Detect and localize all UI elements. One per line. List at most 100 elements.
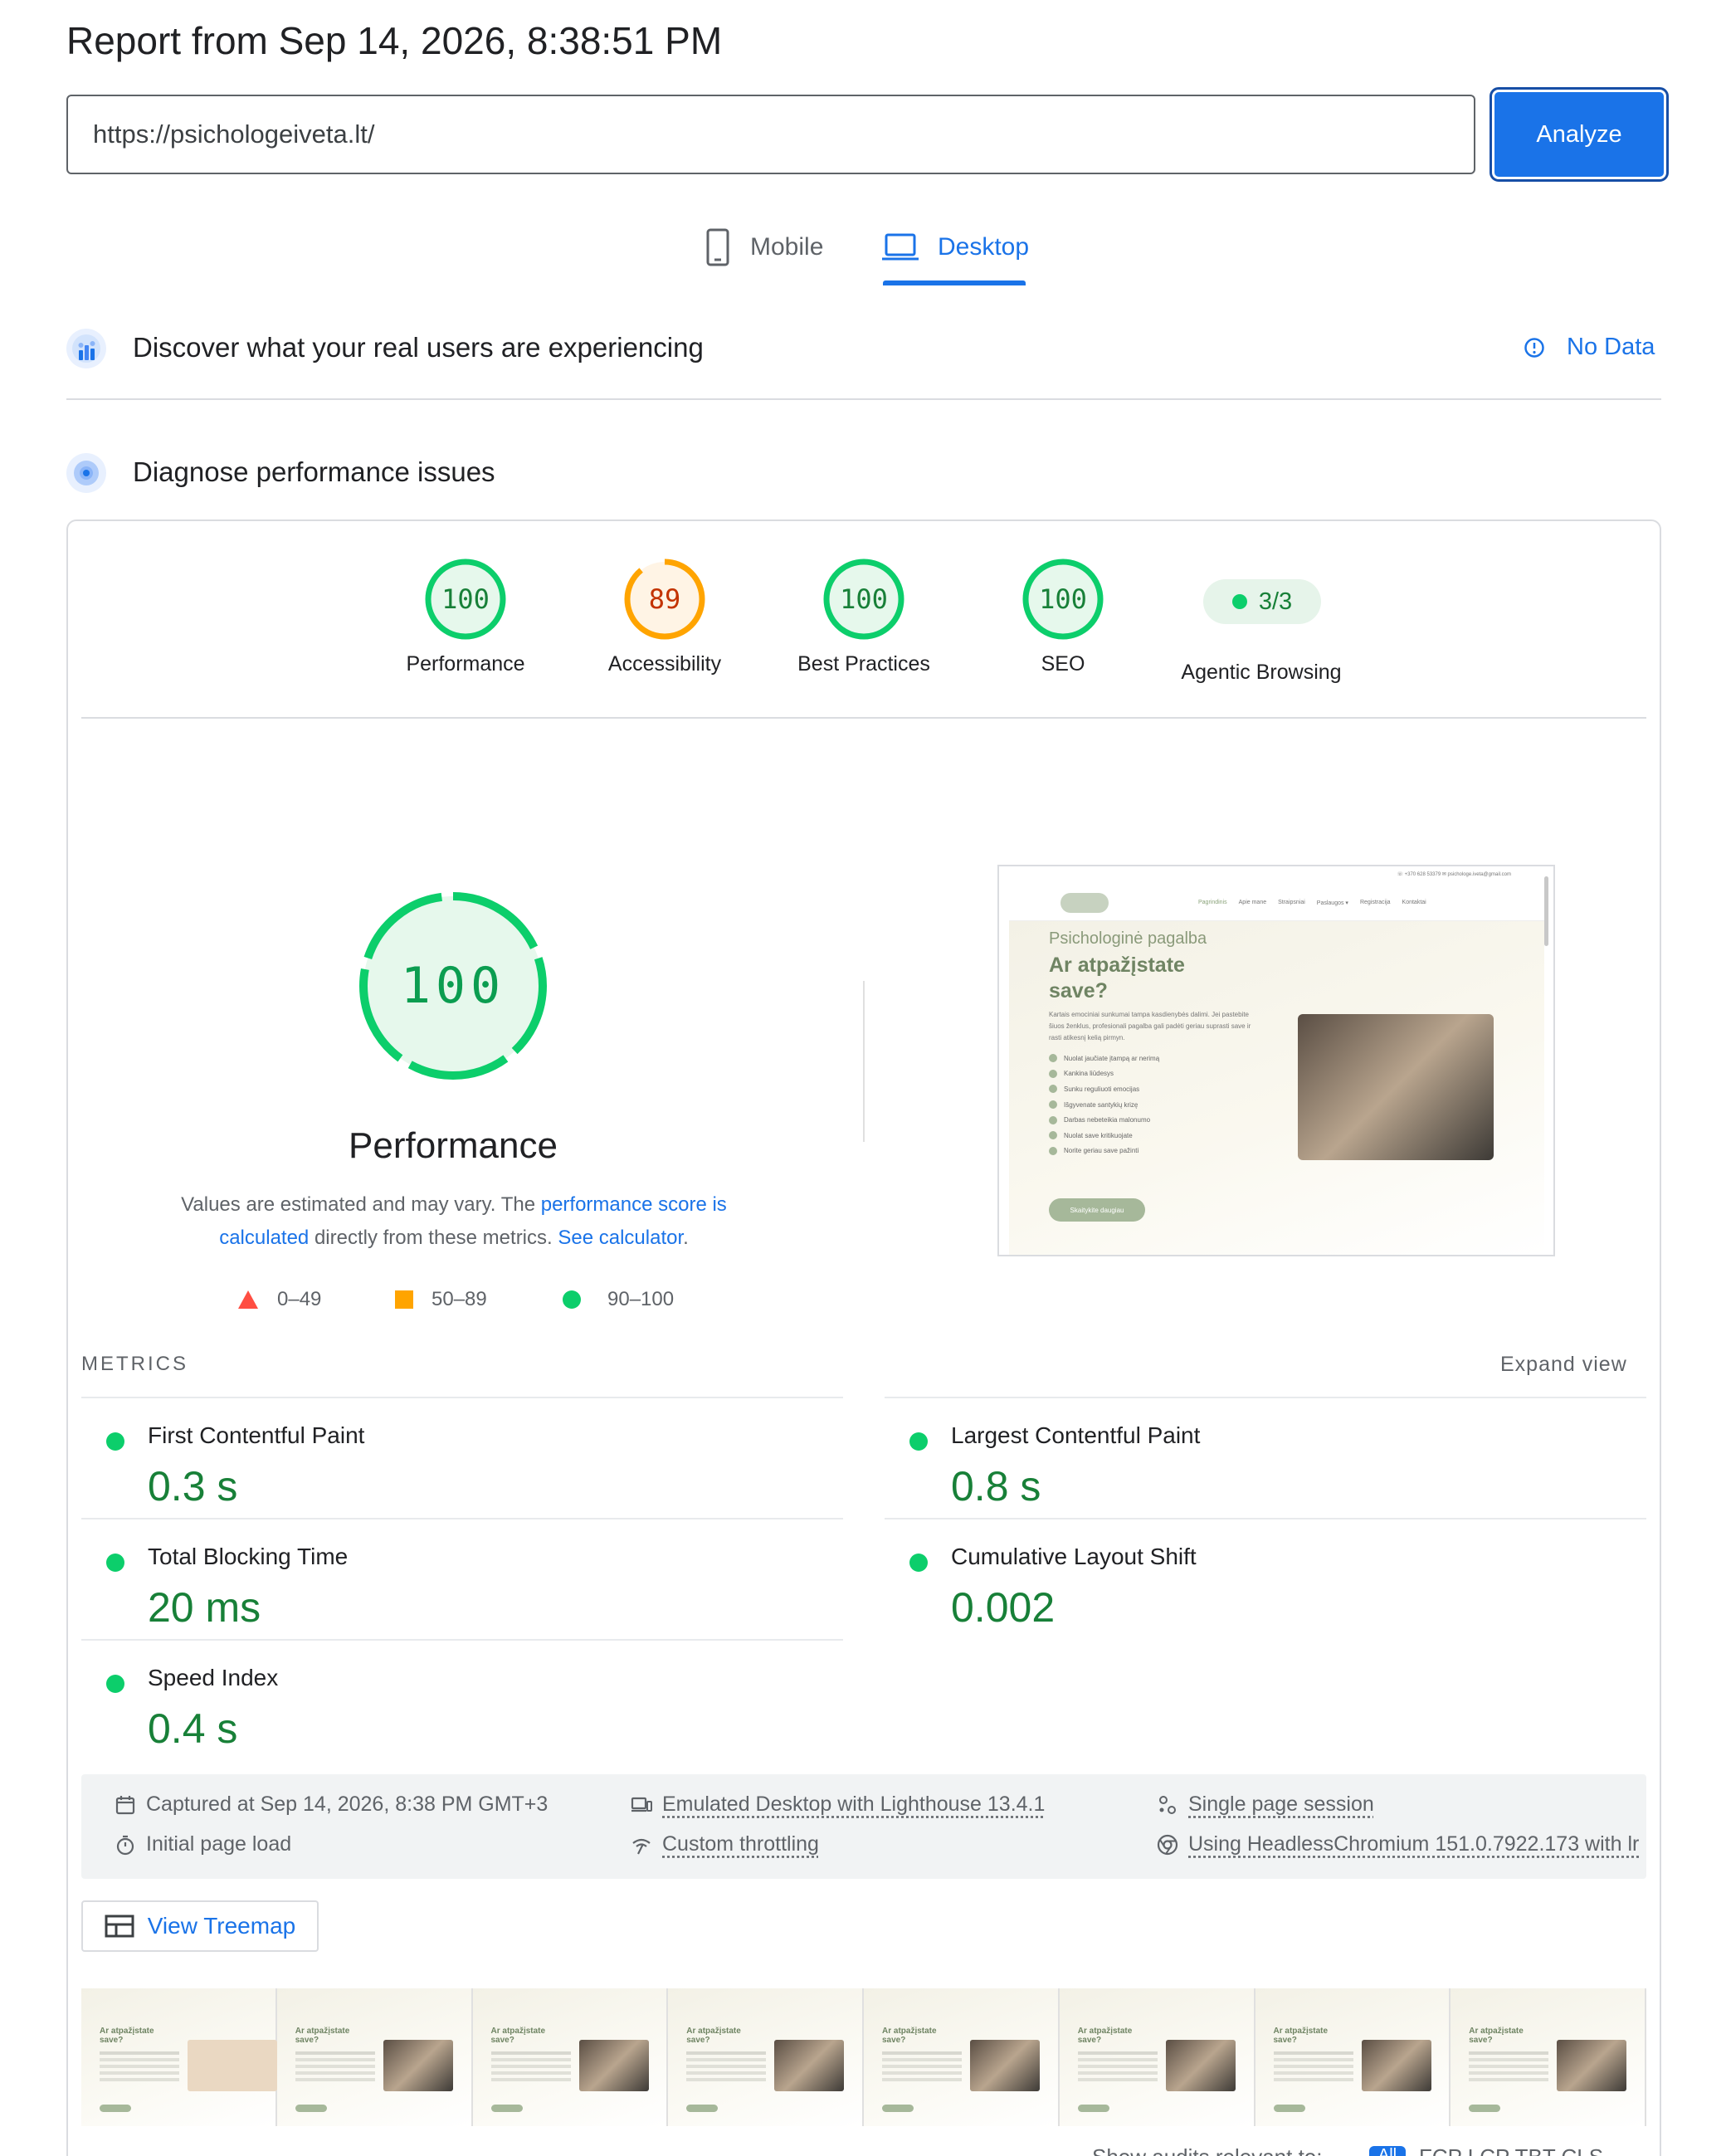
gauge-score: 100 bbox=[441, 583, 490, 615]
session-icon bbox=[1159, 1795, 1176, 1814]
gauge-score: 100 bbox=[840, 583, 888, 615]
frame-lines bbox=[1077, 2051, 1158, 2055]
legend-range: 50–89 bbox=[432, 1288, 487, 1310]
frame-lines bbox=[490, 2051, 571, 2055]
session-info[interactable]: Single page session bbox=[1157, 1793, 1374, 1817]
tab-desktop[interactable]: Desktop bbox=[881, 222, 1029, 272]
list-item: Kankina liūdesys bbox=[1049, 1066, 1159, 1082]
hero-title: Ar atpažįstate save? bbox=[1049, 953, 1185, 1004]
browser-info[interactable]: Using HeadlessChromium 151.0.7922.173 wi… bbox=[1157, 1832, 1639, 1856]
hero-list: Nuolat jaučiate įtampą ar nerimą Kankina… bbox=[1049, 1051, 1159, 1158]
frame-button bbox=[490, 2105, 523, 2112]
frame-button bbox=[1273, 2105, 1305, 2112]
tab-label: Mobile bbox=[750, 233, 824, 261]
hero-title-line: Ar atpažįstate bbox=[1049, 954, 1185, 977]
calendar-icon bbox=[115, 1795, 135, 1814]
throttling-info[interactable]: Custom throttling bbox=[631, 1832, 819, 1856]
gauge-label: Accessibility bbox=[607, 652, 722, 676]
frame-photo bbox=[383, 2040, 453, 2091]
radar-icon bbox=[66, 453, 106, 493]
frame-button bbox=[100, 2105, 131, 2112]
expand-view-button[interactable]: Expand view bbox=[1500, 1353, 1627, 1377]
see-calculator-link[interactable]: See calculator bbox=[558, 1227, 683, 1249]
metric-name: Largest Contentful Paint bbox=[951, 1422, 1201, 1448]
frame-lines bbox=[1469, 2051, 1549, 2055]
audit-filter-options[interactable]: FCP LCP TBT CLS bbox=[1419, 2144, 1603, 2156]
metric-value: 0.3 s bbox=[148, 1463, 238, 1510]
performance-gauge-large: 100 bbox=[359, 892, 547, 1080]
desc-text: Values are estimated and may vary. The bbox=[181, 1193, 541, 1216]
devices-icon bbox=[631, 1797, 652, 1812]
agentic-score: 3/3 bbox=[1258, 588, 1293, 615]
nav-item: Pagrindinis bbox=[1198, 900, 1227, 905]
active-tab-indicator bbox=[883, 280, 1026, 285]
frame-button bbox=[686, 2105, 719, 2112]
gauge-seo[interactable]: 100 SEO bbox=[963, 558, 1163, 676]
filmstrip-frame: Ar atpažįstate save? bbox=[668, 1988, 864, 2126]
final-screenshot[interactable]: ☏ +370 628 53379 ✉ psichologe.iveta@gmai… bbox=[997, 865, 1555, 1256]
nav-item: Apie mane bbox=[1238, 900, 1267, 905]
filmstrip-frame: Ar atpažįstate save? bbox=[276, 1988, 473, 2126]
pass-dot-icon bbox=[909, 1432, 928, 1451]
metric-value: 0.002 bbox=[951, 1584, 1056, 1631]
emulated-info[interactable]: Emulated Desktop with Lighthouse 13.4.1 bbox=[631, 1793, 1045, 1817]
frame-button bbox=[1077, 2105, 1109, 2112]
metric-lcp: Largest Contentful Paint 0.8 s bbox=[885, 1397, 1631, 1519]
desc-text: . bbox=[683, 1227, 689, 1249]
filmstrip: Ar atpažįstate save? Ar atpažįstate save? Ar… bbox=[81, 1988, 1646, 2126]
legend-fail: 0–49 bbox=[237, 1288, 321, 1311]
analyze-button[interactable]: Analyze bbox=[1490, 87, 1669, 182]
pass-dot-icon bbox=[1231, 594, 1247, 609]
metric-name: Speed Index bbox=[148, 1665, 279, 1690]
agentic-label: Agentic Browsing bbox=[1181, 661, 1342, 684]
frame-title: Ar atpažįstate save? bbox=[295, 2027, 350, 2045]
circle-icon bbox=[563, 1290, 581, 1309]
phone-icon bbox=[706, 228, 729, 266]
legend-average: 50–89 bbox=[395, 1288, 487, 1311]
vertical-divider bbox=[863, 981, 865, 1142]
gauge-score: 100 bbox=[1039, 583, 1087, 615]
legend-range: 0–49 bbox=[277, 1288, 322, 1310]
chrome-icon bbox=[1157, 1834, 1178, 1855]
filter-all-button[interactable]: All bbox=[1369, 2146, 1406, 2156]
view-treemap-button[interactable]: View Treemap bbox=[81, 1900, 319, 1952]
info-text: Single page session bbox=[1188, 1793, 1374, 1816]
frame-title: Ar atpažįstate save? bbox=[686, 2027, 741, 2045]
signal-icon bbox=[632, 1838, 651, 1854]
frame-photo bbox=[774, 2040, 845, 2091]
desc-text: directly from these metrics. bbox=[309, 1227, 558, 1249]
screenshot-nav-items: Pagrindinis Apie mane Straipsniai Paslau… bbox=[1198, 900, 1426, 906]
legend-pass: 90–100 bbox=[563, 1288, 674, 1311]
performance-title: Performance bbox=[349, 1125, 558, 1166]
info-text: Initial page load bbox=[146, 1832, 292, 1856]
gauge-performance[interactable]: 100 Performance bbox=[366, 558, 565, 676]
frame-photo bbox=[1165, 2040, 1236, 2091]
metric-si: Speed Index 0.4 s bbox=[81, 1640, 828, 1761]
frame-title: Ar atpažįstate save? bbox=[1077, 2027, 1133, 2045]
pass-dot-icon bbox=[909, 1554, 928, 1572]
metrics-heading: METRICS bbox=[81, 1353, 188, 1375]
metric-name: First Contentful Paint bbox=[148, 1422, 365, 1448]
tab-label: Desktop bbox=[938, 233, 1030, 261]
score-ring: 89 bbox=[624, 559, 705, 640]
field-data-title: Discover what your real users are experi… bbox=[133, 332, 704, 363]
score-ring: 100 bbox=[1022, 559, 1104, 640]
pass-dot-icon bbox=[106, 1432, 124, 1451]
screenshot-scrollbar bbox=[1544, 876, 1548, 946]
gauge-best-practices[interactable]: 100 Best Practices bbox=[764, 558, 963, 676]
filmstrip-frame: Ar atpažįstate save? bbox=[1255, 1988, 1451, 2126]
hero-title-line: save? bbox=[1049, 979, 1108, 1002]
tab-mobile[interactable]: Mobile bbox=[704, 222, 823, 272]
no-data-status[interactable]: No Data bbox=[1524, 334, 1655, 361]
url-input[interactable]: https://psichologeiveta.lt/ bbox=[66, 95, 1475, 174]
users-chart-icon bbox=[66, 329, 106, 368]
gauge-score: 89 bbox=[649, 583, 681, 615]
performance-description: Values are estimated and may vary. The p… bbox=[151, 1188, 757, 1255]
frame-title: Ar atpažįstate save? bbox=[490, 2027, 546, 2045]
score-ring: 100 bbox=[425, 559, 506, 640]
square-icon bbox=[395, 1290, 413, 1309]
gauge-accessibility[interactable]: 89 Accessibility bbox=[565, 558, 764, 676]
section-divider bbox=[66, 398, 1661, 400]
frame-lines bbox=[882, 2051, 962, 2055]
agentic-pill[interactable]: 3/3 bbox=[1203, 579, 1321, 624]
